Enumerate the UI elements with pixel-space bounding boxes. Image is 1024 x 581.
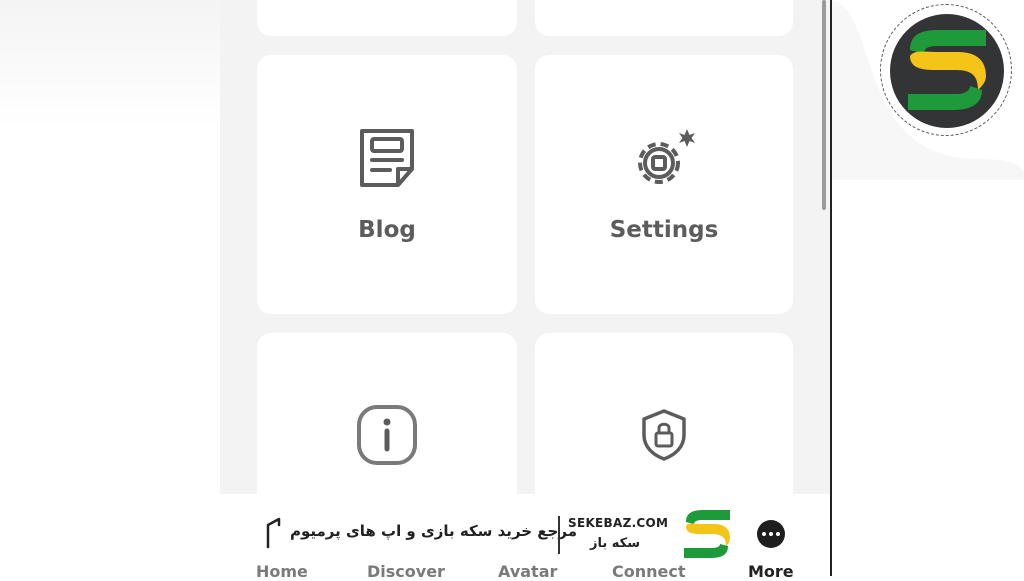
watermark-slogan: مرجع خرید سکه بازی و اپ های پرمیوم xyxy=(290,522,577,540)
card-top-right-partial[interactable] xyxy=(535,0,793,36)
blog-icon xyxy=(360,129,414,187)
settings-label: Settings xyxy=(609,217,719,243)
bookmark-icon xyxy=(266,517,281,549)
sekebaz-logo-icon xyxy=(908,30,986,110)
info-icon xyxy=(357,405,417,465)
watermark-divider xyxy=(558,516,560,554)
settings-card[interactable]: Settings xyxy=(535,55,793,314)
blog-label: Blog xyxy=(358,217,416,243)
shield-lock-icon xyxy=(642,409,686,461)
watermark-url: SEKEBAZ.COM xyxy=(568,516,669,530)
more-options-button[interactable] xyxy=(757,520,785,548)
sekebaz-small-logo-icon xyxy=(684,510,730,558)
blog-card[interactable]: Blog xyxy=(257,55,517,314)
nav-connect[interactable]: Connect xyxy=(612,562,686,581)
nav-discover[interactable]: Discover xyxy=(367,562,445,581)
watermark-name: سکه باز xyxy=(590,536,641,551)
scrollbar[interactable] xyxy=(822,0,826,210)
left-background xyxy=(0,0,220,576)
nav-home[interactable]: Home xyxy=(256,562,308,581)
nav-more[interactable]: More xyxy=(748,562,794,581)
settings-gear-icon xyxy=(638,129,695,184)
phone-screen: Blog Settings xyxy=(220,0,830,576)
nav-avatar[interactable]: Avatar xyxy=(498,562,557,581)
card-top-left-partial[interactable] xyxy=(257,0,517,36)
